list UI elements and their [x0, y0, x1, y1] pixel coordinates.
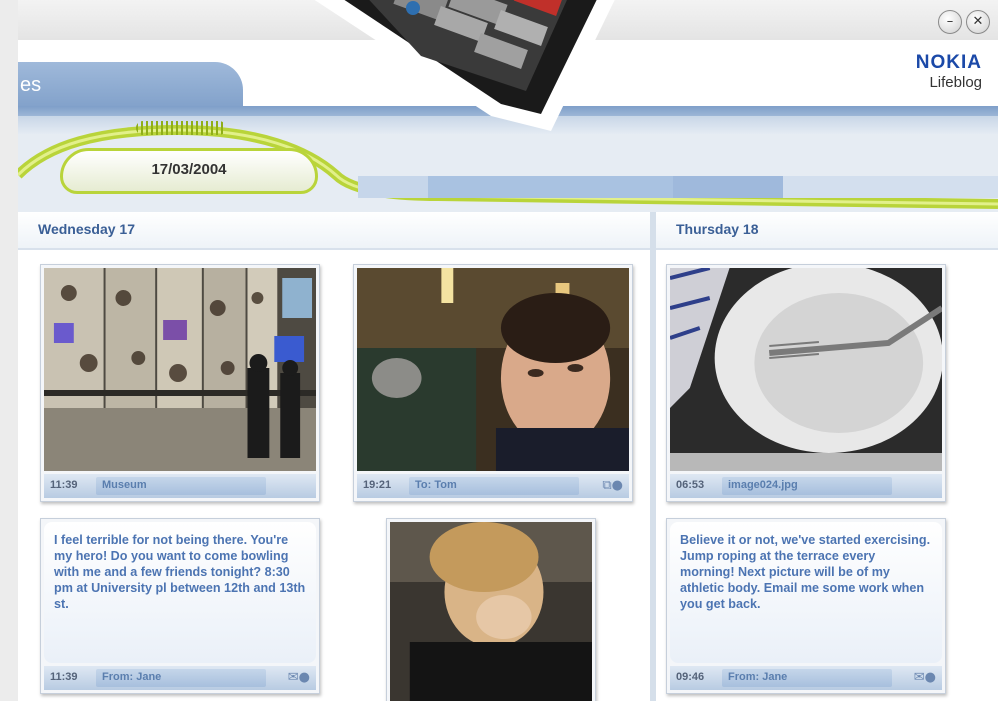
- item-title: image024.jpg: [728, 479, 798, 491]
- photo-card[interactable]: 06:53 image024.jpg: [666, 264, 946, 502]
- phone-image: [314, 0, 615, 131]
- photo-card[interactable]: [386, 518, 596, 701]
- museum-photo: [44, 268, 316, 471]
- envelope-icon[interactable]: ✉●: [914, 670, 936, 686]
- message-card[interactable]: Believe it or not, we've started exercis…: [666, 518, 946, 694]
- portrait-photo: [357, 268, 629, 471]
- timeline-segment[interactable]: [673, 176, 783, 198]
- item-title: Museum: [102, 479, 147, 491]
- item-title: To: Tom: [415, 479, 457, 491]
- timeline-segment[interactable]: [358, 176, 428, 198]
- card-caption: 06:53 image024.jpg: [670, 474, 942, 498]
- brand: NOKIA Lifeblog: [916, 52, 982, 91]
- photo-card[interactable]: 19:21 To: Tom ⧉●: [353, 264, 633, 502]
- time-label: 09:46: [676, 671, 705, 683]
- date-selector[interactable]: 17/03/2004: [60, 148, 318, 194]
- envelope-icon[interactable]: ✉●: [288, 670, 310, 686]
- timeline-segment[interactable]: [783, 176, 998, 198]
- photo-card[interactable]: 11:39 Museum: [40, 264, 320, 502]
- item-title: From: Jane: [102, 671, 162, 683]
- time-label: 19:21: [363, 479, 392, 491]
- card-caption: 11:39 From: Jane ✉●: [44, 666, 316, 690]
- message-text: Believe it or not, we've started exercis…: [670, 522, 942, 663]
- background-strip: [0, 0, 18, 701]
- nokia-logo: NOKIA: [915, 52, 982, 73]
- woman-photo: [390, 522, 592, 701]
- lifeblog-window: – ✕ es NOKIA Lifeblog 17/03/2004 Wednesd…: [18, 0, 998, 701]
- timeline-segment[interactable]: [428, 176, 673, 198]
- product-name: Lifeblog: [929, 74, 982, 91]
- card-caption: 09:46 From: Jane ✉●: [670, 666, 942, 690]
- plate-photo: [670, 268, 942, 471]
- date-grip-handle[interactable]: [136, 121, 226, 135]
- day-header: Wednesday 17: [18, 212, 650, 250]
- day-header: Thursday 18: [656, 212, 998, 250]
- day-title: Thursday 18: [676, 221, 759, 237]
- card-caption: 19:21 To: Tom ⧉●: [357, 474, 629, 498]
- view-tab[interactable]: es: [18, 62, 243, 112]
- time-label: 11:39: [50, 671, 78, 683]
- message-card[interactable]: I feel terrible for not being there. You…: [40, 518, 320, 694]
- mms-icon[interactable]: ⧉●: [602, 478, 623, 494]
- item-title: From: Jane: [728, 671, 788, 683]
- message-text: I feel terrible for not being there. You…: [44, 522, 316, 663]
- date-label: 17/03/2004: [151, 161, 227, 178]
- view-tab-label: es: [20, 74, 42, 96]
- minimize-button[interactable]: –: [938, 10, 962, 34]
- day-title: Wednesday 17: [38, 221, 136, 237]
- close-button[interactable]: ✕: [966, 10, 990, 34]
- card-caption: 11:39 Museum: [44, 474, 316, 498]
- time-label: 11:39: [50, 479, 78, 491]
- time-label: 06:53: [676, 479, 705, 491]
